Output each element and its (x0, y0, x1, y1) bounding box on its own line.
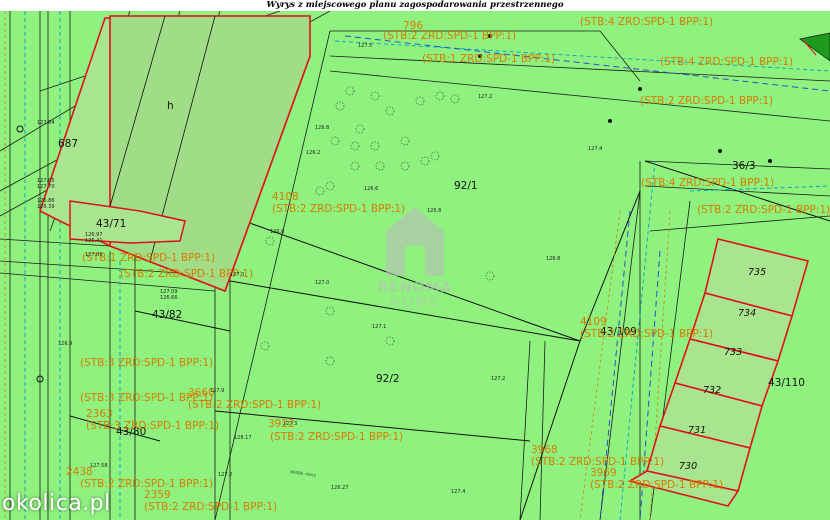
building-label: 735 (748, 267, 766, 278)
elevation-label: 127.1 (372, 324, 386, 330)
elevation-label: 127.0 (315, 280, 329, 286)
zoning-label: (STB:2 ZRD:SPD-1 BPP:1) (270, 431, 403, 443)
elevation-label: 127.04 (37, 120, 55, 126)
zoning-label: (STB:4 ZRD:SPD-1 BPP:1) (580, 16, 713, 28)
map-viewer: Wyrys z miejscowego planu zagospodarowan… (0, 0, 830, 520)
parcel-label: 92/1 (454, 180, 478, 192)
elevation-label: 127.2 (478, 94, 492, 100)
elevation-label: 127.9 (210, 388, 224, 394)
parcel-label: 36/3 (732, 160, 756, 172)
elevation-label: 126.6 (364, 186, 378, 192)
elevation-label: 127.4 (588, 146, 602, 152)
parcel-label: 92/2 (376, 373, 400, 385)
elevation-label: 126.8 (270, 229, 284, 235)
building-label: 731 (688, 425, 706, 436)
zoning-map: RENOMA HOME 687 h 43/71 92/1 36/3 43/82 … (0, 11, 830, 520)
zoning-label: 4109 (580, 316, 607, 328)
zoning-label: 2363 (86, 408, 113, 420)
elevation-label: 126.2 (306, 150, 320, 156)
watermark-sub: HOME (390, 295, 440, 311)
zoning-label: 4108 (272, 191, 299, 203)
elevation-label: 127.70 (37, 184, 55, 190)
zoning-label: 2438 (66, 466, 93, 478)
zoning-label: (STB:2 ZRD:SPD-1 BPP:1) (697, 204, 830, 216)
zoning-label: (STB:4 ZRD:SPD-1 BPP:1) (641, 177, 774, 189)
zoning-label: 3969 (590, 467, 617, 479)
zoning-label: (STB:3 ZRD:SPD-1 BPP:1) (86, 420, 219, 432)
zoning-label: (STB:2 ZRD:SPD-1 BPP:1) (640, 95, 773, 107)
zoning-label: (STB:3 ZRD:SPD-1 BPP:1) (80, 357, 213, 369)
zoning-label: (STB:2 ZRD:SPD-1 BPP:1) (144, 501, 277, 513)
building-label: 732 (703, 385, 721, 396)
elevation-label: 126.66 (160, 295, 178, 301)
watermark-brand: RENOMA (378, 280, 453, 296)
elevation-label: 127.5 (358, 43, 372, 49)
zoning-label: (STB:2 ZRD:SPD-1 BPP:1) (188, 399, 321, 411)
elevation-label: 126.8 (546, 256, 560, 262)
okolica-logo: okolica.pl (2, 491, 111, 516)
building-label: 733 (724, 347, 742, 358)
elevation-label: 126.27 (331, 485, 349, 491)
zoning-label: (STB:2 ZRD:SPD-1 BPP:1) (590, 479, 723, 491)
elevation-label: 126.9 (58, 341, 72, 347)
elevation-label: 127.2 (218, 472, 232, 478)
elevation-label: 126.8 (315, 125, 329, 131)
parcel-label: h (167, 100, 174, 112)
building-label: 730 (679, 461, 697, 472)
elevation-label: 126.39 (37, 204, 55, 210)
page-title: Wyrys z miejscowego planu zagospodarowan… (0, 0, 830, 11)
zoning-label: (STB:2 ZRD:SPD-1 BPP:1) (383, 30, 516, 42)
building-label: 734 (738, 308, 756, 319)
elevation-label: 127.4 (451, 489, 465, 495)
elevation-label: 127.0 (230, 272, 244, 278)
parcel-label: 43/110 (768, 377, 805, 389)
parcel-label: 687 (58, 138, 78, 150)
elevation-label: 127.2 (491, 376, 505, 382)
zoning-label: (STB:2 ZRD:SPD-1 BPP:1) (272, 203, 405, 215)
elevation-label: 126.41 (85, 238, 103, 244)
zoning-label: (STB:4 ZRD:SPD-1 BPP:1) (660, 56, 793, 68)
parcel-label: 43/71 (96, 218, 126, 230)
elevation-label: 127.3 (283, 421, 297, 427)
zoning-label: 3968 (531, 444, 558, 456)
elevation-label: 127.00 (85, 252, 103, 258)
zoning-label: (STB:1 ZRD:SPD-1 BPP:1) (422, 53, 555, 65)
zoning-label: (STB:2 ZRD:SPD-1 BPP:1) (580, 328, 713, 340)
parcel-label: 43/82 (152, 309, 182, 321)
elevation-label: 126.8 (427, 208, 441, 214)
elevation-label: 127.58 (90, 463, 108, 469)
zoning-label: 2359 (144, 489, 171, 501)
elevation-label: 128.17 (234, 435, 252, 441)
